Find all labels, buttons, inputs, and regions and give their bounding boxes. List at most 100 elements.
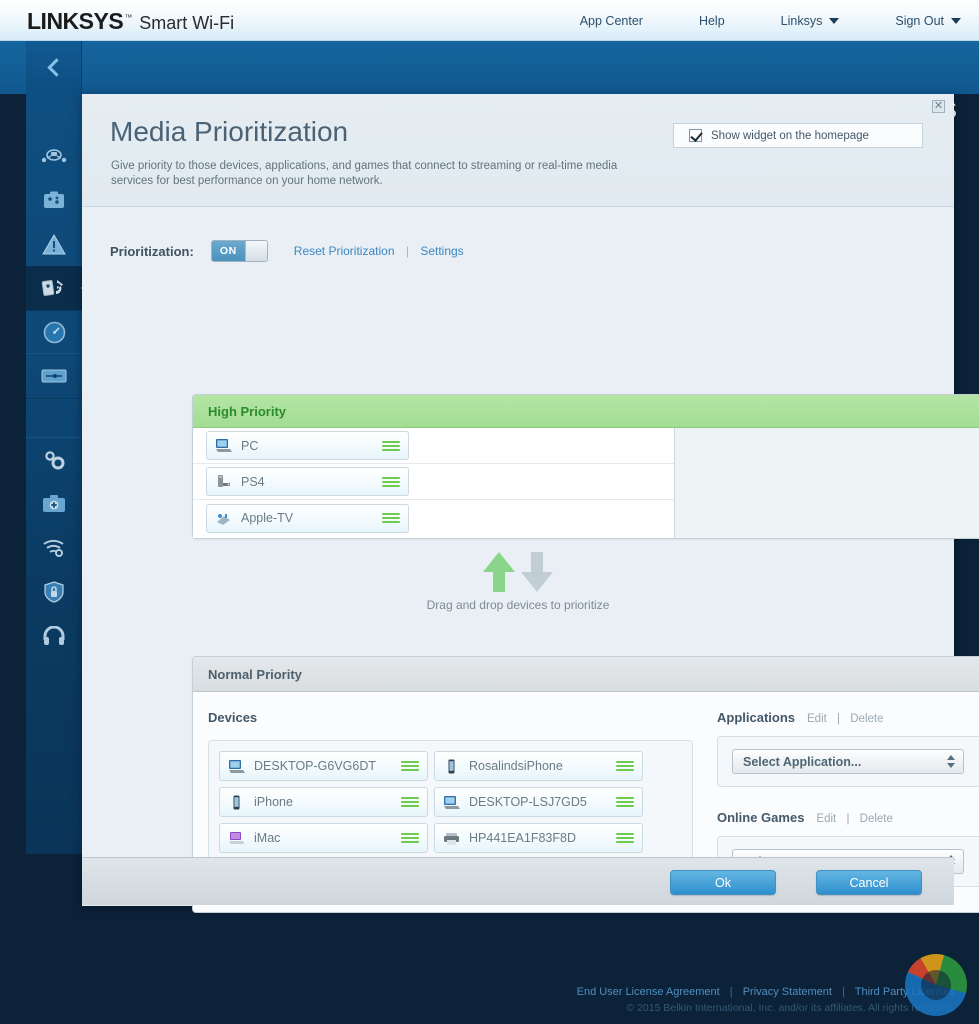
section-spacer [717, 787, 979, 810]
arrow-down-icon [521, 552, 553, 592]
drag-handle-icon[interactable] [401, 761, 419, 771]
device-name: HP441EA1F83F8D [469, 831, 616, 845]
sidebar-item-speed-test[interactable] [26, 310, 82, 354]
ok-button[interactable]: Ok [670, 870, 776, 895]
cancel-button[interactable]: Cancel [816, 870, 922, 895]
sidebar-item-wireless[interactable] [26, 526, 82, 570]
device-chip-ps4[interactable]: PS4 [206, 467, 409, 496]
nav-label: Sign Out [895, 14, 944, 28]
back-button[interactable] [26, 41, 82, 94]
sidebar-item-parental-controls[interactable] [26, 222, 82, 266]
device-chip-hp441ea1f83f8d[interactable]: HP441EA1F83F8D [434, 823, 643, 853]
usb-storage-icon [41, 368, 67, 384]
sidebar-item-administration[interactable] [26, 614, 82, 658]
prioritization-row: Prioritization: ON Reset Prioritization … [110, 240, 464, 262]
device-chip-pc[interactable]: PC [206, 431, 409, 460]
brand-subtitle: Smart Wi-Fi [139, 13, 234, 34]
show-widget-checkbox[interactable] [689, 129, 702, 142]
page-description: Give priority to those devices, applicat… [111, 159, 656, 189]
select-application-dropdown[interactable]: Select Application... [732, 749, 964, 774]
high-priority-header: High Priority [193, 395, 979, 428]
router-bar: WRT1900ACS [0, 41, 979, 94]
sidebar [26, 94, 82, 854]
sidebar-item-guest-access[interactable] [26, 178, 82, 222]
privacy-statement-link[interactable]: Privacy Statement [743, 986, 832, 998]
reset-prioritization-link[interactable]: Reset Prioritization [294, 244, 395, 258]
device-chip-desktop-g6vg6dt[interactable]: DESKTOP-G6VG6DT [219, 751, 428, 781]
sidebar-item-troubleshooting[interactable] [26, 482, 82, 526]
parental-controls-icon [42, 234, 66, 255]
device-chip-apple-tv[interactable]: Apple-TV [206, 504, 409, 533]
desktop-pc-icon [443, 795, 460, 810]
applications-edit-link[interactable]: Edit [807, 713, 827, 725]
kitguru-watermark-logo [905, 954, 967, 1016]
drag-handle-icon[interactable] [616, 833, 634, 843]
device-chip-iphone[interactable]: iPhone [219, 787, 428, 817]
drag-handle-icon[interactable] [382, 477, 400, 487]
high-priority-device-list: PC PS4 [193, 428, 675, 538]
device-name: iPhone [254, 795, 401, 809]
nav-app-center[interactable]: App Center [580, 14, 643, 28]
desktop-pc-icon [228, 759, 245, 774]
prioritization-toggle[interactable]: ON [211, 240, 268, 262]
device-chip-rosalindsiphone[interactable]: RosalindsiPhone [434, 751, 643, 781]
applications-delete-link[interactable]: Delete [850, 713, 883, 725]
desktop-pc-icon [215, 438, 232, 453]
nav-linksys-menu[interactable]: Linksys [781, 14, 840, 28]
sidebar-item-network-map[interactable] [26, 134, 82, 178]
sidebar-item-connectivity[interactable] [26, 438, 82, 482]
table-row: PC [193, 428, 674, 464]
prioritization-links: Reset Prioritization | Settings [294, 244, 464, 258]
toggle-knob [245, 241, 267, 261]
drag-handle-icon[interactable] [401, 833, 419, 843]
arrow-up-icon [483, 552, 515, 592]
show-widget-row[interactable]: Show widget on the homepage [673, 123, 923, 148]
media-prioritization-icon [41, 277, 67, 299]
page-footer: End User License Agreement | Privacy Sta… [0, 986, 979, 1014]
drag-handle-icon[interactable] [382, 513, 400, 523]
media-prioritization-panel: ✕ Media Prioritization Give priority to … [82, 94, 954, 906]
high-priority-title: High Priority [208, 404, 286, 419]
drag-handle-icon[interactable] [382, 441, 400, 451]
guest-access-icon [42, 190, 66, 210]
high-priority-dropzone[interactable] [675, 428, 979, 538]
footer-separator: | [730, 986, 733, 998]
page-title: Media Prioritization [110, 116, 348, 148]
panel-header: ✕ Media Prioritization Give priority to … [82, 94, 954, 207]
device-chip-imac[interactable]: iMac [219, 823, 428, 853]
sidebar-item-media-prioritization[interactable] [26, 266, 82, 310]
drag-handle-icon[interactable] [616, 797, 634, 807]
panel-body: Prioritization: ON Reset Prioritization … [82, 207, 954, 857]
online-games-edit-link[interactable]: Edit [816, 813, 836, 825]
copyright-text: © 2015 Belkin International, Inc. and/or… [0, 1002, 955, 1014]
drag-drop-hint: Drag and drop devices to prioritize [82, 552, 954, 612]
eula-link[interactable]: End User License Agreement [577, 986, 720, 998]
nav-help[interactable]: Help [699, 14, 725, 28]
apple-tv-icon [215, 511, 232, 526]
brand-name: LINKSYS [27, 8, 123, 35]
applications-header: Applications Edit | Delete [717, 710, 979, 725]
show-widget-label: Show widget on the homepage [711, 130, 869, 142]
wireless-icon [42, 538, 66, 558]
troubleshooting-kit-icon [42, 494, 66, 514]
select-application-value: Select Application... [743, 755, 947, 769]
application-select-wrapper: Select Application... [717, 736, 979, 787]
devices-title: Devices [208, 710, 693, 725]
stepper-arrows-icon [947, 755, 958, 768]
close-icon[interactable]: ✕ [932, 100, 945, 113]
device-name: PC [241, 439, 382, 453]
online-games-delete-link[interactable]: Delete [860, 813, 893, 825]
applications-actions: Edit | Delete [807, 713, 883, 725]
action-separator: | [846, 813, 849, 825]
nav-sign-out[interactable]: Sign Out [895, 14, 961, 28]
footer-links: End User License Agreement | Privacy Sta… [0, 986, 955, 998]
drag-handle-icon[interactable] [401, 797, 419, 807]
device-chip-desktop-lsj7gd5[interactable]: DESKTOP-LSJ7GD5 [434, 787, 643, 817]
settings-link[interactable]: Settings [420, 244, 463, 258]
online-games-title: Online Games [717, 810, 804, 825]
sidebar-item-security[interactable] [26, 570, 82, 614]
drag-handle-icon[interactable] [616, 761, 634, 771]
panel-footer: Ok Cancel [82, 857, 954, 905]
security-shield-icon [44, 581, 64, 603]
sidebar-item-external-storage[interactable] [26, 354, 82, 398]
